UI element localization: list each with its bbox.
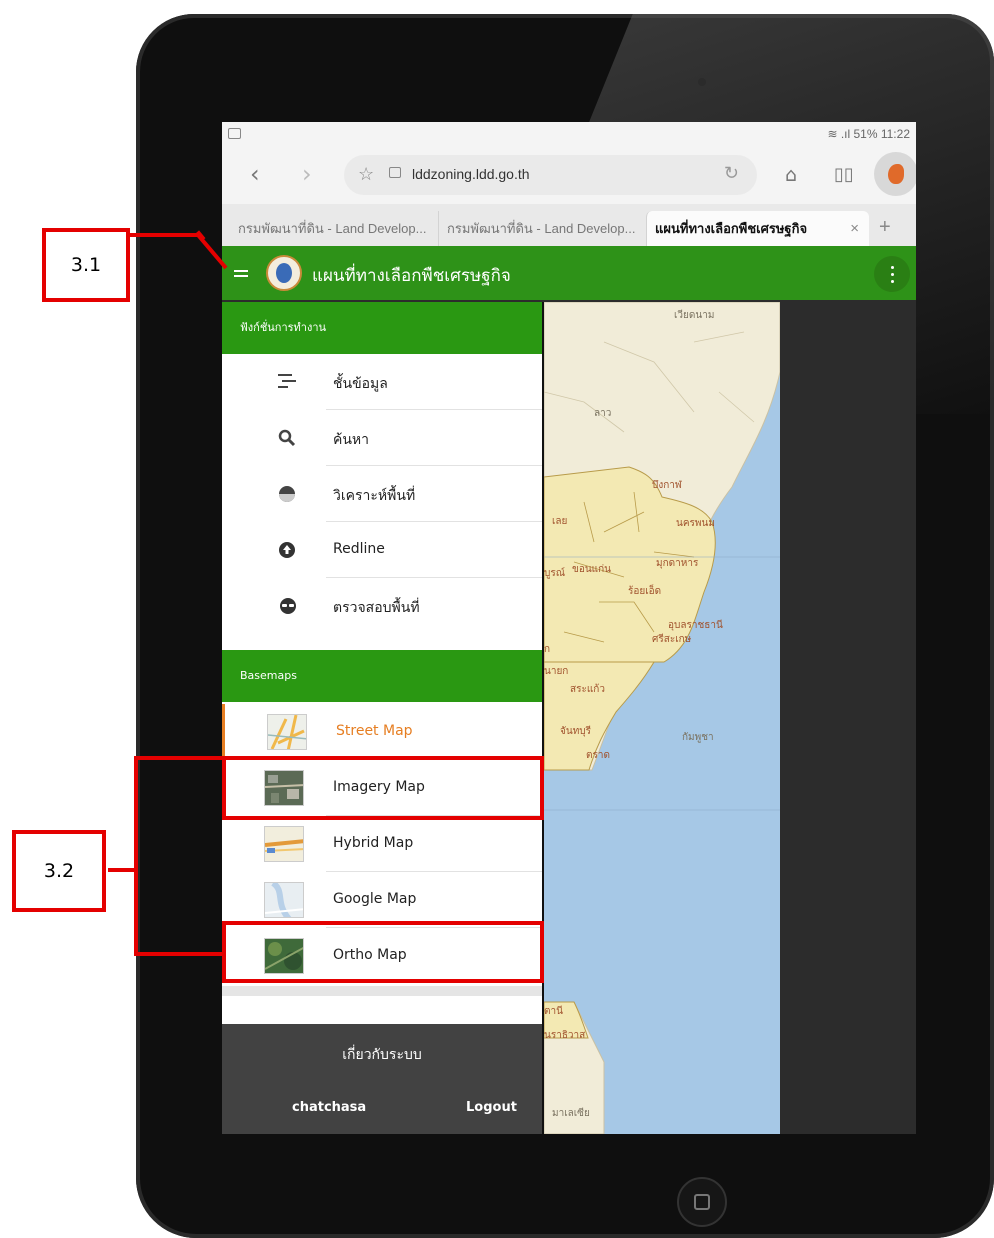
annotation-label-3-2: 3.2	[12, 830, 106, 912]
annotation-lines	[108, 233, 228, 956]
highlight-imagery-map	[222, 756, 544, 820]
highlight-ortho-map	[222, 921, 544, 983]
